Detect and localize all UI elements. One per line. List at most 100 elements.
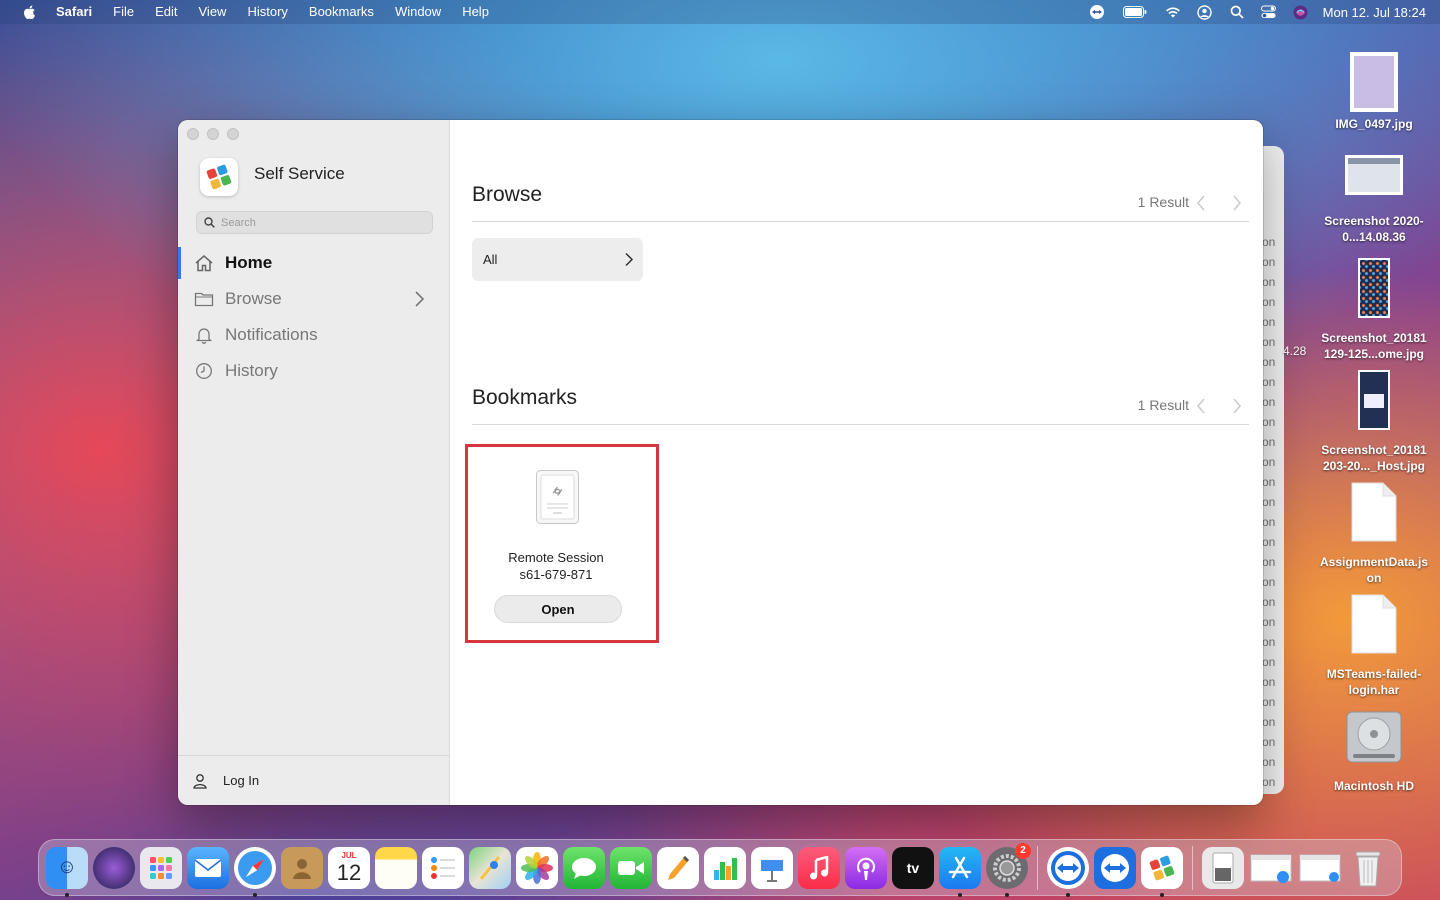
person-icon — [193, 773, 207, 789]
bookmark-subtitle: s61-679-871 — [519, 567, 593, 582]
desktop-file-screenshot-20181203[interactable]: Screenshot_20181 203-20..._Host.jpg — [1314, 370, 1434, 474]
music-icon[interactable] — [798, 846, 840, 889]
podcasts-icon[interactable] — [845, 846, 887, 889]
menu-help[interactable]: Help — [462, 0, 489, 24]
phone-screenshot-icon — [1358, 258, 1390, 318]
previous-page-icon[interactable] — [1195, 194, 1207, 212]
self-service-logo-icon — [200, 158, 238, 196]
app-store-icon[interactable] — [939, 846, 981, 897]
maps-icon[interactable] — [469, 846, 511, 889]
downloads-stack-icon[interactable] — [1249, 847, 1293, 889]
menubar-clock[interactable]: Mon 12. Jul 18:24 — [1323, 5, 1426, 20]
numbers-icon[interactable] — [704, 846, 746, 889]
sidebar-item-history[interactable]: History — [178, 353, 450, 389]
launchpad-icon[interactable] — [140, 846, 182, 889]
search-icon — [204, 217, 215, 228]
sidebar-item-notifications[interactable]: Notifications — [178, 317, 450, 353]
next-page-icon[interactable] — [1231, 397, 1243, 415]
sidebar-item-browse[interactable]: Browse — [178, 281, 450, 317]
sidebar-item-home[interactable]: Home — [178, 245, 450, 281]
desktop-macintosh-hd[interactable]: Macintosh HD — [1314, 706, 1434, 794]
desktop-icon-label: Macintosh HD — [1333, 779, 1414, 793]
menu-bar: Safari File Edit View History Bookmarks … — [0, 0, 1440, 24]
next-page-icon[interactable] — [1231, 194, 1243, 212]
trash-icon[interactable] — [1347, 847, 1389, 889]
notification-badge: 2 — [1015, 842, 1031, 859]
teamviewer-host-icon[interactable] — [1094, 846, 1136, 889]
close-window-button[interactable] — [187, 128, 199, 140]
browse-divider — [472, 221, 1249, 222]
dock-separator — [1037, 845, 1038, 890]
chevron-right-icon[interactable] — [413, 290, 425, 308]
control-center-icon[interactable] — [1261, 4, 1277, 20]
dock-separator — [1192, 845, 1193, 890]
background-window-fragment: 4.28 — [1283, 344, 1307, 358]
contacts-icon[interactable] — [281, 846, 323, 889]
wifi-icon[interactable] — [1165, 4, 1181, 20]
previous-page-icon[interactable] — [1195, 397, 1207, 415]
system-preferences-icon[interactable]: 2 — [986, 842, 1031, 897]
apple-tv-icon[interactable]: tv — [892, 846, 934, 889]
safari-icon[interactable] — [234, 846, 276, 897]
reminders-icon[interactable] — [422, 846, 464, 889]
running-indicator — [1066, 892, 1070, 897]
desktop-icon-label: IMG_0497.jpg — [1335, 117, 1413, 131]
desktop-file-img-0497[interactable]: IMG_0497.jpg — [1314, 52, 1434, 132]
archive-utility-icon[interactable] — [1202, 846, 1244, 889]
search-input[interactable]: Search — [196, 211, 433, 234]
desktop-file-msteams-har[interactable]: MSTeams-failed-login.har — [1314, 594, 1434, 698]
menu-edit[interactable]: Edit — [155, 0, 177, 24]
menu-file[interactable]: File — [113, 0, 134, 24]
phone-screenshot-icon — [1358, 370, 1390, 430]
menu-window[interactable]: Window — [395, 0, 441, 24]
menu-app-name[interactable]: Safari — [56, 0, 92, 24]
mail-icon[interactable] — [187, 846, 229, 889]
browse-pager — [1195, 194, 1243, 212]
app-title: Self Service — [254, 164, 345, 183]
calendar-icon[interactable]: JUL 12 — [328, 846, 370, 889]
desktop-file-assignmentdata[interactable]: AssignmentData.js on — [1314, 482, 1434, 586]
menu-bookmarks[interactable]: Bookmarks — [309, 0, 374, 24]
notes-icon[interactable] — [375, 846, 417, 889]
desktop-file-screenshot-2020[interactable]: Screenshot 2020-0...14.08.36 — [1314, 155, 1434, 245]
desktop-icon-label: AssignmentData.js on — [1319, 555, 1429, 585]
status-area: Mon 12. Jul 18:24 — [1073, 0, 1440, 24]
home-icon — [194, 253, 214, 273]
menu-view[interactable]: View — [199, 0, 227, 24]
user-account-icon[interactable] — [1197, 4, 1213, 20]
apple-icon[interactable] — [22, 4, 38, 20]
menu-history[interactable]: History — [247, 0, 287, 24]
login-button[interactable]: Log In — [178, 755, 450, 805]
sidebar-item-label: Notifications — [225, 325, 318, 344]
category-all-button[interactable]: All — [472, 238, 643, 281]
zoom-window-button[interactable] — [227, 128, 239, 140]
login-label: Log In — [223, 773, 260, 788]
open-button[interactable]: Open — [494, 595, 622, 623]
spotlight-search-icon[interactable] — [1229, 4, 1245, 20]
photos-icon[interactable] — [516, 846, 558, 889]
bookmarks-pager — [1195, 397, 1243, 415]
bookmarks-result-count: 1 Result — [1137, 397, 1189, 413]
finder-icon[interactable]: ☺ — [46, 846, 88, 897]
keynote-icon[interactable] — [751, 846, 793, 889]
browse-result-count: 1 Result — [1137, 194, 1189, 210]
teamviewer-icon[interactable] — [1047, 846, 1089, 897]
minimize-window-button[interactable] — [207, 128, 219, 140]
siri-icon[interactable] — [1293, 4, 1309, 20]
bookmark-document-icon — [536, 470, 579, 524]
self-service-dock-icon[interactable] — [1141, 846, 1183, 897]
desktop-file-screenshot-20181129[interactable]: Screenshot_20181 129-125...ome.jpg — [1314, 258, 1434, 362]
battery-icon[interactable] — [1122, 4, 1147, 20]
pages-icon[interactable] — [657, 846, 699, 889]
running-indicator — [1160, 892, 1164, 897]
facetime-icon[interactable] — [610, 846, 652, 889]
image-file-icon — [1350, 52, 1398, 112]
siri-icon[interactable] — [93, 846, 135, 889]
sidebar: Self Service Search Home Browse Notifica… — [178, 120, 450, 805]
documents-stack-icon[interactable] — [1298, 847, 1342, 889]
teamviewer-status-icon[interactable] — [1089, 4, 1105, 20]
dock: ☺ JUL 12 tv 2 — [38, 839, 1402, 897]
screenshot-file-icon — [1345, 155, 1403, 195]
bookmark-card[interactable]: Remote Session s61-679-871 Open — [476, 454, 636, 634]
messages-icon[interactable] — [563, 846, 605, 889]
